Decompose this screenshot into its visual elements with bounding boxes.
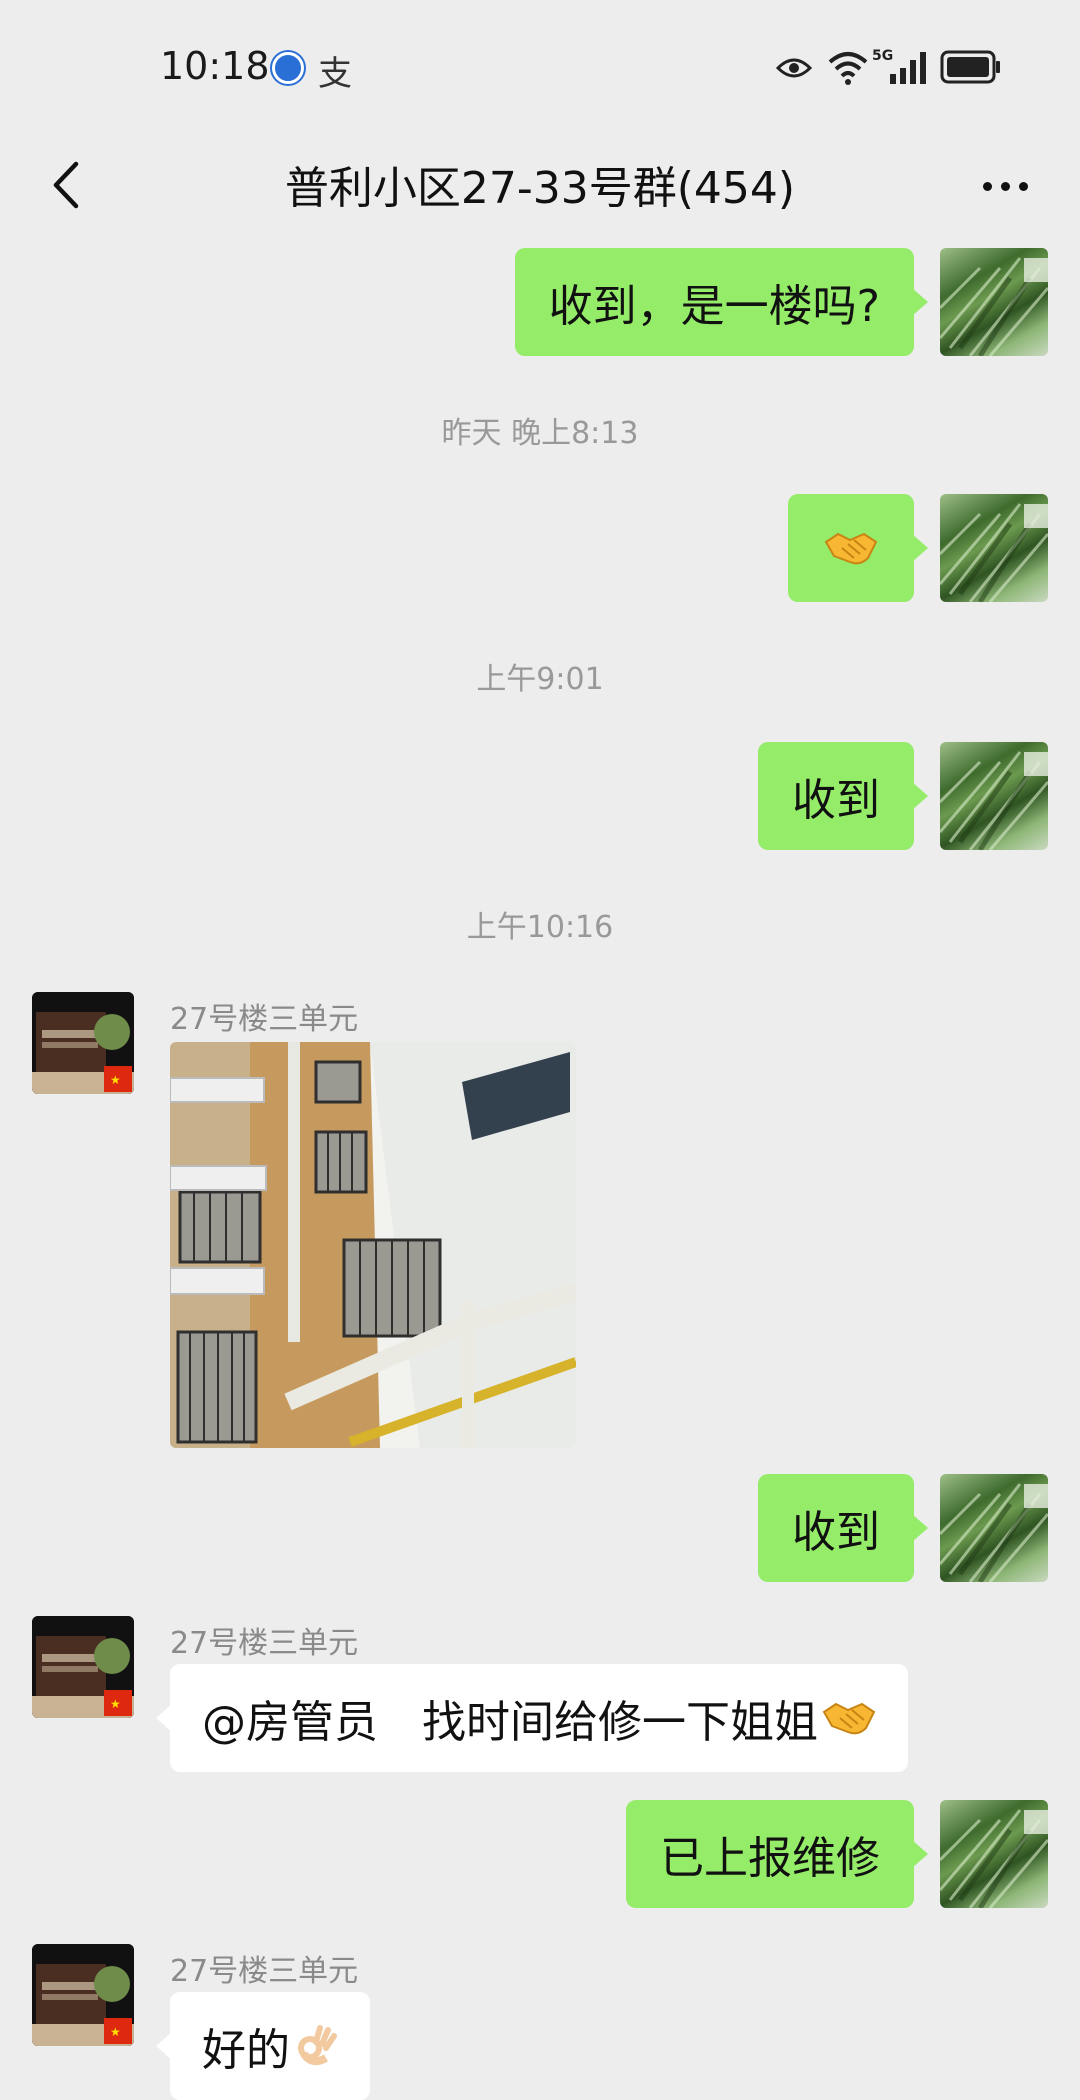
plant-photo-icon (940, 751, 1048, 850)
svg-text:★: ★ (110, 1073, 121, 1087)
message-bubble[interactable]: @房管员 找时间给修一下姐姐 (156, 1664, 908, 1772)
message-bubble[interactable]: 收到，是一楼吗? (514, 248, 929, 356)
chevron-left-icon (53, 161, 79, 209)
message-text: @房管员 找时间给修一下姐姐 (202, 1697, 818, 1748)
wifi-icon (828, 52, 868, 85)
self-avatar[interactable] (940, 742, 1048, 850)
chat-screen: 10:18 支 5G 普利小区27-33号群(454) 收到，是一楼吗? 昨天 … (0, 0, 1080, 2100)
plant-photo-icon (940, 257, 1048, 356)
message-text: 好的 (202, 2025, 290, 2076)
sender-avatar[interactable]: ★ (32, 1616, 134, 1718)
message-bubble[interactable]: 收到 (758, 742, 928, 850)
self-avatar[interactable] (940, 494, 1048, 602)
message-outgoing[interactable]: 收到 (758, 742, 1048, 850)
message-bubble[interactable]: 好的 (156, 1992, 370, 2100)
handshake-emoji-icon (822, 1702, 876, 1735)
message-bubble[interactable]: 收到 (758, 1474, 928, 1582)
message-outgoing[interactable] (788, 494, 1048, 602)
more-button[interactable] (970, 156, 1040, 216)
plant-photo-icon (940, 1809, 1048, 1908)
back-button[interactable] (30, 150, 100, 220)
building-photo[interactable] (170, 1042, 576, 1448)
store-photo-icon: ★ (32, 992, 134, 1094)
store-photo-icon: ★ (32, 1944, 134, 2046)
ok-hand-emoji-icon (298, 2025, 337, 2066)
battery-icon (940, 50, 1000, 84)
message-outgoing[interactable]: 收到 (758, 1474, 1048, 1582)
sender-name: 27号楼三单元 (170, 1002, 359, 1037)
status-bar: 10:18 支 5G (0, 0, 1080, 130)
sender-name: 27号楼三单元 (170, 1626, 359, 1661)
svg-text:★: ★ (110, 2025, 121, 2039)
sender-avatar[interactable]: ★ (32, 992, 134, 1094)
handshake-emoji-icon (824, 532, 878, 565)
sender-name: 27号楼三单元 (170, 1954, 359, 1989)
status-time: 10:18 (160, 44, 270, 88)
self-avatar[interactable] (940, 248, 1048, 356)
message-bubble[interactable]: 已上报维修 (626, 1800, 928, 1908)
building-image (170, 1042, 576, 1448)
globe-app-icon (272, 52, 304, 84)
plant-photo-icon (940, 503, 1048, 602)
svg-text:★: ★ (110, 1697, 121, 1711)
self-avatar[interactable] (940, 1474, 1048, 1582)
message-incoming[interactable]: ★ 27号楼三单元 @房管员 找时间给修一下姐姐 (32, 1616, 908, 1772)
plant-photo-icon (940, 1483, 1048, 1582)
message-bubble[interactable] (788, 494, 928, 602)
chat-title: 普利小区27-33号群(454) (284, 163, 796, 214)
store-photo-icon: ★ (32, 1616, 134, 1718)
eye-comfort-icon (776, 58, 812, 78)
timestamp: 上午9:01 (476, 662, 604, 697)
more-dots-icon (982, 181, 992, 191)
timestamp: 昨天 晚上8:13 (441, 416, 639, 451)
message-outgoing[interactable]: 收到，是一楼吗? (514, 248, 1048, 356)
message-incoming[interactable]: ★ 27号楼三单元 (32, 992, 576, 1448)
message-incoming[interactable]: ★ 27号楼三单元 好的 (32, 1944, 370, 2100)
chat-header: 普利小区27-33号群(454) (0, 130, 1080, 242)
message-outgoing[interactable]: 已上报维修 (626, 1800, 1048, 1908)
timestamp: 上午10:16 (466, 910, 614, 945)
signal-icon (890, 52, 926, 84)
alipay-icon: 支 (318, 54, 352, 94)
sender-avatar[interactable]: ★ (32, 1944, 134, 2046)
self-avatar[interactable] (940, 1800, 1048, 1908)
